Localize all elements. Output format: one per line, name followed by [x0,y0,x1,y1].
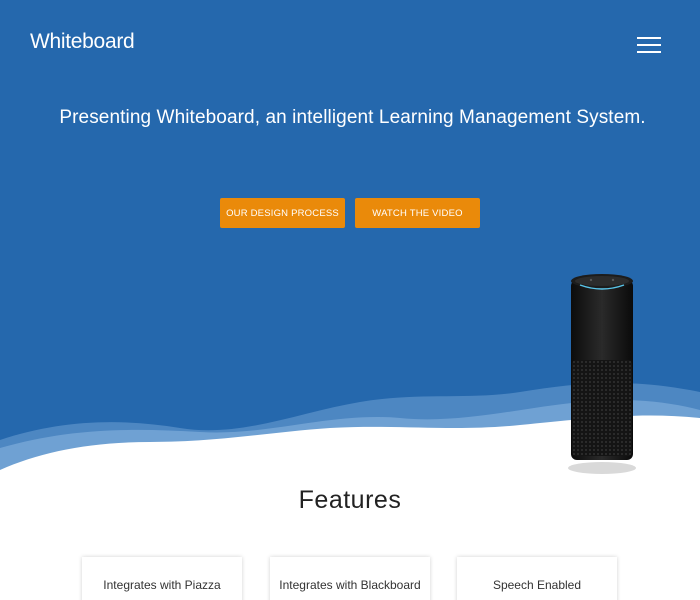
feature-card-piazza[interactable]: Integrates with Piazza [82,557,242,600]
our-design-process-button[interactable]: OUR DESIGN PROCESS [220,198,345,228]
feature-card-label: Integrates with Blackboard [279,578,421,592]
feature-card-label: Speech Enabled [492,578,582,592]
smart-speaker-image [568,274,636,474]
logo[interactable]: Whiteboard [30,30,135,54]
menu-bar [637,37,661,39]
menu-bar [637,44,661,46]
watch-the-video-button[interactable]: WATCH THE VIDEO [355,198,480,228]
hamburger-menu-icon[interactable] [637,36,661,54]
feature-card-speech[interactable]: Speech Enabled [457,557,617,600]
feature-card-label: Integrates with Piazza [103,578,221,592]
feature-card-blackboard[interactable]: Integrates with Blackboard [270,557,430,600]
features-heading: Features [298,486,402,514]
hero-tagline: Presenting Whiteboard, an intelligent Le… [59,107,646,128]
menu-bar [637,51,661,53]
